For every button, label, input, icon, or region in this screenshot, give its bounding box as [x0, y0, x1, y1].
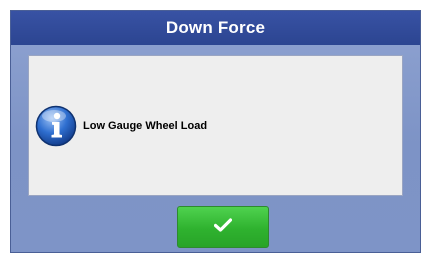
dialog-message: Low Gauge Wheel Load — [83, 119, 208, 132]
confirm-button[interactable] — [177, 206, 269, 248]
alert-dialog: Down Force Low Gauge Wheel Load — [10, 10, 421, 253]
info-icon — [35, 105, 77, 147]
checkmark-icon — [213, 217, 233, 237]
dialog-title: Down Force — [165, 18, 266, 37]
dialog-title-bar: Down Force — [11, 11, 420, 45]
message-panel: Low Gauge Wheel Load — [28, 55, 403, 196]
